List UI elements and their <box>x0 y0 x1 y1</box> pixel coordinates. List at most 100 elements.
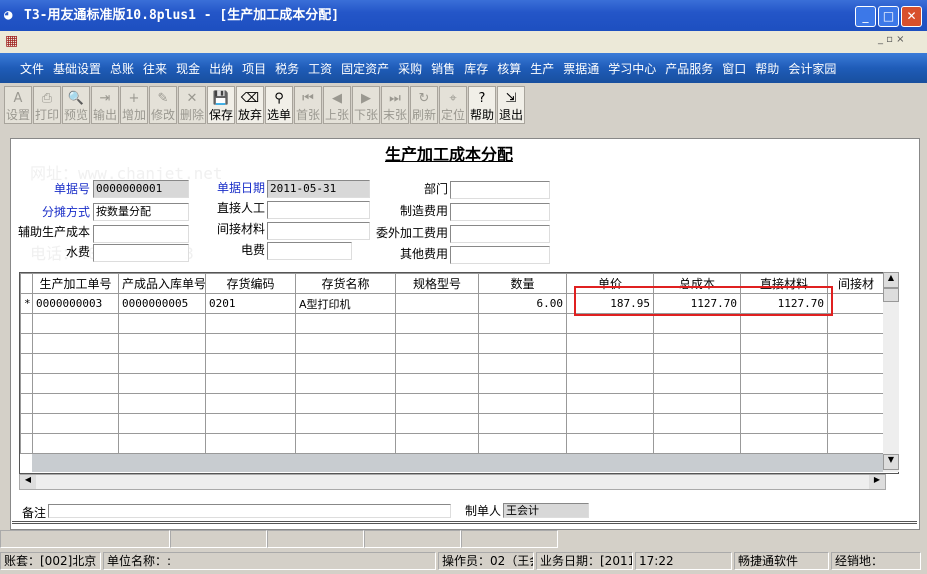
grid-cell[interactable] <box>295 413 396 434</box>
menu-item[interactable]: 工资 <box>308 60 332 77</box>
grid-cell[interactable]: 0201 <box>205 293 296 314</box>
grid-cell[interactable] <box>118 333 206 354</box>
menu-item[interactable]: 会计家园 <box>788 60 836 77</box>
grid-cell[interactable] <box>740 413 828 434</box>
grid-cell[interactable] <box>395 373 479 394</box>
column-header[interactable]: 间接材 <box>827 273 885 294</box>
column-header[interactable]: 生产加工单号 <box>32 273 119 294</box>
menu-item[interactable]: 窗口 <box>722 60 746 77</box>
grid-cell[interactable] <box>566 373 654 394</box>
toolbar-button[interactable]: + 增加 <box>120 86 148 124</box>
table-row[interactable] <box>20 333 885 354</box>
menu-item[interactable]: 项目 <box>242 60 266 77</box>
alloc-field[interactable]: 按数量分配 <box>93 203 189 221</box>
grid-cell[interactable] <box>295 313 396 334</box>
aux-cost-field[interactable] <box>93 225 189 243</box>
menu-item[interactable]: 产品服务 <box>665 60 713 77</box>
grid-cell[interactable] <box>827 413 885 434</box>
column-header[interactable]: 规格型号 <box>395 273 479 294</box>
toolbar-button[interactable]: ⏮ 首张 <box>294 86 322 124</box>
other-field[interactable] <box>450 246 550 264</box>
grid-cell[interactable] <box>827 293 885 314</box>
grid-cell[interactable] <box>205 373 296 394</box>
menu-item[interactable]: 固定资产 <box>341 60 389 77</box>
grid-cell[interactable] <box>295 353 396 374</box>
menu-item[interactable]: 采购 <box>398 60 422 77</box>
grid-cell[interactable] <box>118 373 206 394</box>
grid-cell[interactable] <box>478 353 567 374</box>
column-header[interactable]: 产成品入库单号 <box>118 273 206 294</box>
toolbar-button[interactable]: ⌫ 放弃 <box>236 86 264 124</box>
close-button[interactable]: ✕ <box>901 6 922 27</box>
grid-cell[interactable] <box>566 433 654 454</box>
grid-cell[interactable] <box>478 373 567 394</box>
grid-cell[interactable] <box>32 433 119 454</box>
grid-cell[interactable] <box>478 413 567 434</box>
toolbar-button[interactable]: ⏭ 末张 <box>381 86 409 124</box>
remark-field[interactable] <box>48 504 451 518</box>
toolbar-button[interactable]: ↻ 刷新 <box>410 86 438 124</box>
menu-item[interactable]: 税务 <box>275 60 299 77</box>
direct-labor-field[interactable] <box>267 201 370 219</box>
grid-cell[interactable] <box>653 313 741 334</box>
menu-item[interactable]: 现金 <box>176 60 200 77</box>
table-row[interactable] <box>20 413 885 434</box>
grid-cell[interactable] <box>740 393 828 414</box>
table-row[interactable] <box>20 433 885 454</box>
grid-cell[interactable] <box>653 433 741 454</box>
maximize-button[interactable]: □ <box>878 6 899 27</box>
grid-cell[interactable] <box>827 373 885 394</box>
grid-cell[interactable] <box>295 333 396 354</box>
grid-cell[interactable] <box>32 413 119 434</box>
grid-cell[interactable] <box>566 413 654 434</box>
grid-cell[interactable] <box>205 413 296 434</box>
grid-cell[interactable] <box>827 313 885 334</box>
outsource-field[interactable] <box>450 225 550 243</box>
toolbar-button[interactable]: ⚲ 选单 <box>265 86 293 124</box>
grid-cell[interactable] <box>205 313 296 334</box>
menu-item[interactable]: 总账 <box>110 60 134 77</box>
grid-cell[interactable] <box>395 433 479 454</box>
menu-item[interactable]: 往来 <box>143 60 167 77</box>
toolbar-button[interactable]: ▶ 下张 <box>352 86 380 124</box>
grid-cell[interactable] <box>478 433 567 454</box>
grid-cell[interactable] <box>478 333 567 354</box>
grid-cell[interactable]: 0000000005 <box>118 293 206 314</box>
vertical-scrollbar[interactable]: ▲ ▼ <box>883 272 899 472</box>
mdi-controls[interactable]: _ ▫ × <box>878 34 905 45</box>
grid-cell[interactable] <box>32 353 119 374</box>
water-field[interactable] <box>93 244 189 262</box>
grid-cell[interactable] <box>478 313 567 334</box>
grid-cell[interactable] <box>740 433 828 454</box>
grid-cell[interactable] <box>118 393 206 414</box>
grid-cell[interactable] <box>827 353 885 374</box>
toolbar-button[interactable]: ⇥ 输出 <box>91 86 119 124</box>
column-header[interactable]: 存货编码 <box>205 273 296 294</box>
grid-cell[interactable] <box>653 393 741 414</box>
table-row[interactable] <box>20 313 885 334</box>
toolbar-button[interactable]: 🔍 预览 <box>62 86 90 124</box>
toolbar-button[interactable]: ◀ 上张 <box>323 86 351 124</box>
grid-cell[interactable] <box>32 373 119 394</box>
power-field[interactable] <box>267 242 352 260</box>
menu-item[interactable]: 文件 <box>20 60 44 77</box>
grid-cell[interactable] <box>32 333 119 354</box>
grid-cell[interactable] <box>205 393 296 414</box>
grid-cell[interactable] <box>32 313 119 334</box>
menu-item[interactable]: 基础设置 <box>53 60 101 77</box>
grid-cell[interactable] <box>205 333 296 354</box>
doc-no-field[interactable]: 0000000001 <box>93 180 189 198</box>
grid-cell[interactable] <box>295 373 396 394</box>
grid-cell[interactable] <box>118 353 206 374</box>
table-row[interactable] <box>20 373 885 394</box>
grid-cell[interactable] <box>395 353 479 374</box>
mfg-cost-field[interactable] <box>450 203 550 221</box>
grid-cell[interactable] <box>478 393 567 414</box>
grid-cell[interactable] <box>395 393 479 414</box>
grid-cell[interactable] <box>395 333 479 354</box>
grid-cell[interactable] <box>118 433 206 454</box>
grid-cell[interactable] <box>32 393 119 414</box>
toolbar-button[interactable]: A 设置 <box>4 86 32 124</box>
toolbar-button[interactable]: ⎙ 打印 <box>33 86 61 124</box>
toolbar-button[interactable]: ✕ 删除 <box>178 86 206 124</box>
